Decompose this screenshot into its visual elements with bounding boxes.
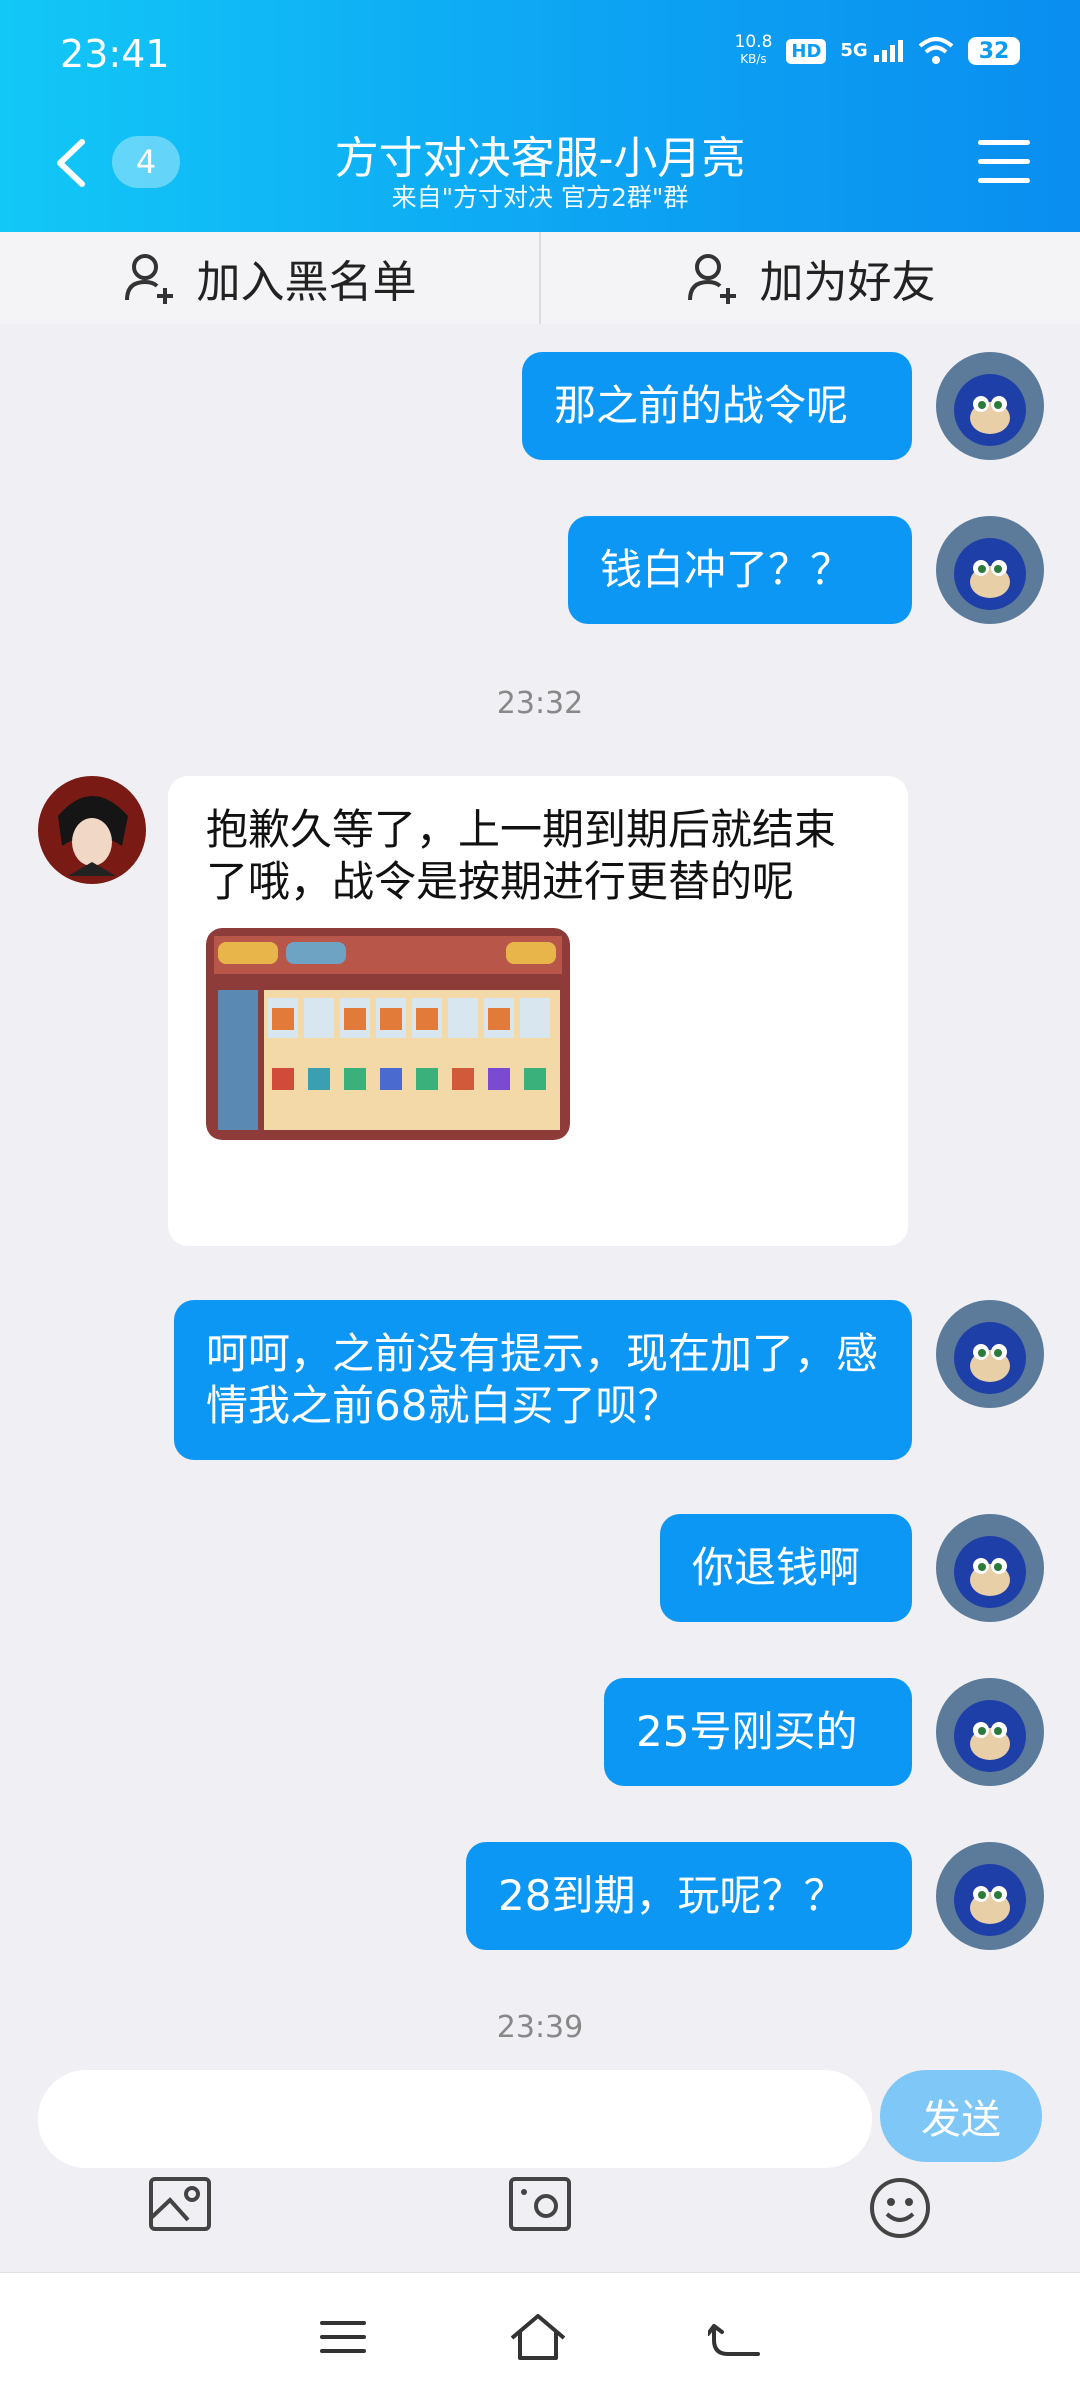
status-icons: 10.8 KB/s HD 5G 32 [735, 34, 1020, 68]
network-speed-value: 10.8 [734, 32, 773, 52]
composer-tools [0, 2176, 1080, 2240]
user-avatar[interactable] [936, 352, 1044, 460]
send-button[interactable]: 发送 [880, 2070, 1042, 2162]
action-bar: 加入黑名单 加为好友 [0, 232, 1080, 324]
message-list[interactable]: 那之前的战令呢 钱白冲了？？ 23:32 抱歉久等了，上一期到期后就结束了哦，战… [0, 324, 1080, 2046]
outgoing-message[interactable]: 呵呵，之前没有提示，现在加了，感情我之前68就白买了呗？ [174, 1300, 912, 1460]
add-friend-button[interactable]: 加为好友 [541, 232, 1080, 324]
user-avatar[interactable] [936, 1842, 1044, 1950]
message-input[interactable] [38, 2070, 872, 2168]
camera-icon[interactable] [508, 2176, 572, 2232]
wifi-icon [918, 37, 954, 64]
menu-icon[interactable] [978, 140, 1030, 197]
signal-5g-icon: 5G [840, 40, 904, 62]
chat-subtitle: 来自"方寸对决 官方2群"群 [391, 183, 689, 212]
message-timestamp: 23:39 [496, 2010, 584, 2045]
add-friend-label: 加为好友 [759, 257, 936, 308]
composer: 发送 [0, 2046, 1080, 2246]
agent-avatar[interactable] [38, 776, 146, 884]
system-navigation-bar [0, 2272, 1080, 2401]
outgoing-message[interactable]: 28到期，玩呢？？ [466, 1842, 912, 1950]
photo-album-icon[interactable] [148, 2176, 212, 2232]
network-speed-unit: KB/s [740, 52, 767, 66]
signal-bars-icon [874, 40, 903, 62]
add-user-icon [687, 254, 736, 304]
outgoing-message[interactable]: 你退钱啊 [660, 1514, 912, 1622]
user-avatar[interactable] [936, 1678, 1044, 1786]
network-speed: 10.8 KB/s [735, 34, 773, 68]
emoji-icon[interactable] [868, 2176, 932, 2240]
outgoing-message[interactable]: 那之前的战令呢 [522, 352, 912, 460]
back-icon[interactable] [708, 2314, 762, 2360]
outgoing-message[interactable]: 25号刚买的 [604, 1678, 912, 1786]
outgoing-message[interactable]: 钱白冲了？？ [568, 516, 912, 624]
battle-pass-screenshot[interactable] [206, 928, 570, 1140]
user-avatar[interactable] [936, 1514, 1044, 1622]
status-time: 23:41 [60, 32, 170, 76]
user-avatar[interactable] [936, 516, 1044, 624]
network-type-label: 5G [840, 40, 868, 61]
chat-title: 方寸对决客服-小月亮 [334, 134, 746, 183]
hd-icon: HD [786, 38, 827, 64]
add-user-icon [124, 254, 173, 304]
battery-icon: 32 [968, 37, 1020, 65]
add-to-blacklist-button[interactable]: 加入黑名单 [0, 232, 539, 324]
incoming-message-text: 抱歉久等了，上一期到期后就结束了哦，战令是按期进行更替的呢 [206, 805, 837, 906]
add-to-blacklist-label: 加入黑名单 [196, 257, 417, 308]
incoming-message[interactable]: 抱歉久等了，上一期到期后就结束了哦，战令是按期进行更替的呢 [168, 776, 908, 1246]
chat-header: 23:41 10.8 KB/s HD 5G 32 4 方寸对决客服-小月亮 来自… [0, 0, 1080, 232]
home-icon[interactable] [508, 2312, 568, 2362]
message-timestamp: 23:32 [496, 686, 584, 721]
recent-apps-icon[interactable] [318, 2317, 368, 2357]
user-avatar[interactable] [936, 1300, 1044, 1408]
